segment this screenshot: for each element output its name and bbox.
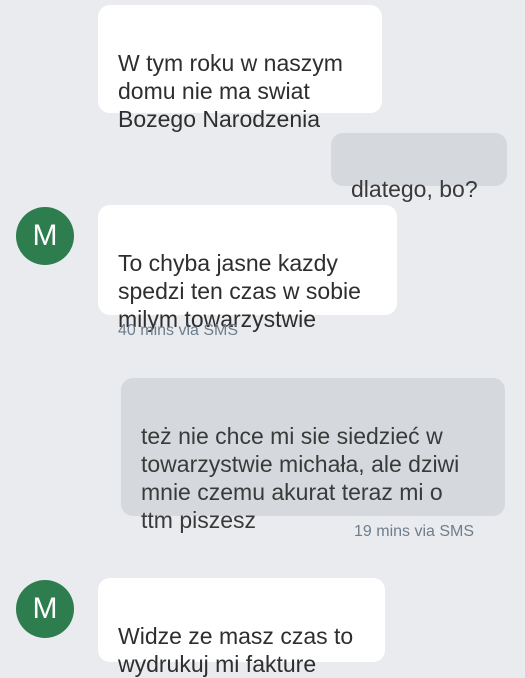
outgoing-message-bubble[interactable]: też nie chce mi sie siedzieć w towarzyst…	[121, 378, 505, 533]
message-text: W tym roku w naszym domu nie ma swiat Bo…	[118, 50, 343, 132]
outgoing-message-bubble[interactable]: dlatego, bo?	[331, 133, 507, 202]
message-text: To chyba jasne kazdy spedzi ten czas w s…	[118, 250, 361, 332]
incoming-message-bubble[interactable]: W tym roku w naszym domu nie ma swiat Bo…	[98, 5, 382, 132]
message-timestamp: 40 mins via SMS	[118, 322, 239, 339]
message-text: dlatego, bo?	[351, 176, 478, 202]
message-timestamp: 19 mins via SMS	[354, 523, 475, 540]
message-text: Widze ze masz czas to wydrukuj mi faktur…	[118, 623, 354, 677]
avatar-letter: M	[32, 592, 58, 625]
incoming-message-bubble[interactable]: To chyba jasne kazdy spedzi ten czas w s…	[98, 205, 397, 332]
message-text: też nie chce mi sie siedzieć w towarzyst…	[141, 423, 460, 533]
contact-avatar[interactable]: M	[16, 207, 74, 265]
incoming-message-bubble[interactable]: Widze ze masz czas to wydrukuj mi faktur…	[98, 578, 385, 677]
contact-avatar[interactable]: M	[16, 580, 74, 638]
avatar-letter: M	[32, 219, 58, 252]
